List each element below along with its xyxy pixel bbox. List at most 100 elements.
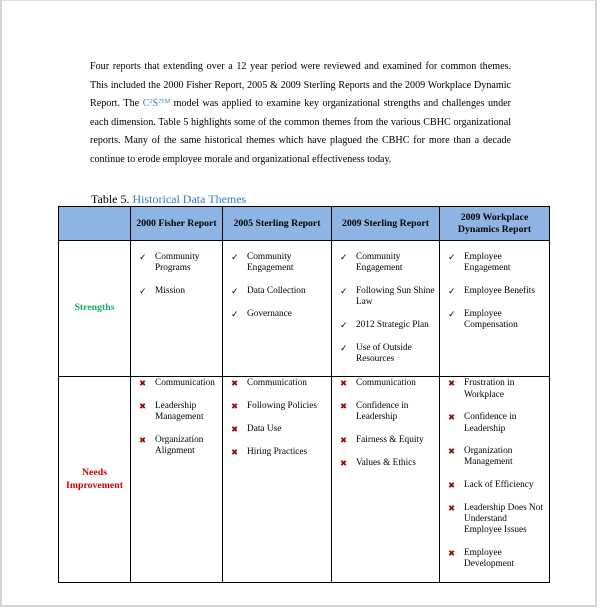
x-mark-icon: ✖	[448, 447, 456, 458]
intro-paragraph: Four reports that extending over a 12 ye…	[90, 58, 511, 170]
theme-item: ✓ Employee Engagement	[448, 252, 545, 274]
header-cell-2005-sterling: 2005 Sterling Report	[222, 206, 332, 241]
theme-item-text: Employee Benefits	[464, 285, 535, 296]
theme-list: ✓ Community Programs ✓ Mission	[131, 241, 222, 297]
theme-item: ✖ Lack of Efficiency	[448, 480, 545, 491]
checkmark-icon: ✓	[340, 342, 348, 353]
checkmark-icon: ✓	[448, 285, 456, 296]
theme-item: ✖ Leadership Management	[139, 401, 218, 423]
theme-item: ✖ Data Use	[231, 424, 327, 435]
x-mark-icon: ✖	[448, 503, 456, 514]
theme-list: ✖ Frustration in Workplace ✖ Confidence in …	[440, 377, 549, 570]
header-cell-2009-sterling: 2009 Sterling Report	[331, 206, 440, 241]
x-mark-icon: ✖	[139, 436, 147, 447]
theme-item-text: Following Sun Shine Law	[356, 285, 435, 308]
theme-item: ✓ Mission	[139, 286, 218, 297]
theme-item: ✖ Hiring Practices	[231, 447, 327, 458]
x-mark-icon: ✖	[340, 379, 348, 390]
theme-item-text: Organization Management	[464, 446, 513, 468]
theme-item: ✓ Community Programs	[139, 252, 218, 274]
theme-item-text: Data Collection	[247, 285, 306, 296]
x-mark-icon: ✖	[340, 458, 348, 469]
theme-item-text: Confidence in Leadership	[464, 412, 517, 434]
theme-item-text: Community Engagement	[356, 252, 403, 274]
theme-item: ✓ Following Sun Shine Law	[340, 286, 435, 308]
row-label: Needs Improvement	[58, 376, 131, 583]
x-mark-icon: ✖	[231, 402, 239, 413]
theme-item-text: Communication	[155, 378, 215, 389]
theme-item: ✖ Confidence in Leadership	[448, 412, 545, 434]
x-mark-icon: ✖	[448, 481, 456, 492]
header-cell-blank	[58, 206, 131, 241]
table-caption: Table 5. Historical Data Themes	[91, 192, 246, 206]
x-mark-icon: ✖	[448, 379, 456, 390]
theme-item-text: Communication	[356, 378, 416, 389]
theme-item: ✓ Data Collection	[231, 286, 327, 297]
table-cell: ✓ Community Programs ✓ Mission	[130, 239, 223, 378]
document-page: Four reports that extending over a 12 ye…	[0, 0, 597, 607]
checkmark-icon: ✓	[139, 252, 147, 262]
theme-item-text: Employee Development	[464, 547, 515, 570]
table-cell: ✖ Communication ✖ Leadership Management ✖ Org…	[130, 376, 223, 583]
theme-item: ✖ Organization Management	[448, 446, 545, 468]
theme-item: ✖ Leadership Does Not Understand Employee…	[448, 503, 545, 537]
table-caption-title: Historical Data Themes	[132, 192, 247, 206]
checkmark-icon: ✓	[448, 252, 456, 262]
checkmark-icon: ✓	[340, 252, 348, 262]
header-cell-2000-fisher: 2000 Fisher Report	[130, 206, 223, 241]
theme-item-text: Communication	[247, 378, 307, 389]
x-mark-icon: ✖	[139, 402, 147, 413]
table-cell: ✖ Frustration in Workplace ✖ Confidence in …	[439, 376, 550, 583]
theme-item-text: Confidence in Leadership	[356, 401, 409, 423]
table-cell: ✓ Community Engagement ✓ Following Sun Shin…	[331, 239, 440, 378]
theme-item-text: Community Engagement	[247, 252, 294, 274]
x-mark-icon: ✖	[139, 379, 147, 390]
row-label: Strengths	[58, 239, 131, 378]
theme-item-text: Hiring Practices	[247, 446, 308, 457]
theme-item: ✖ Confidence in Leadership	[340, 401, 435, 423]
theme-item-text: Following Policies	[247, 401, 317, 412]
theme-item: ✓ 2012 Strategic Plan	[340, 320, 435, 331]
theme-list: ✓ Community Engagement ✓ Data Collection ✓ Go…	[223, 241, 331, 320]
checkmark-icon: ✓	[139, 285, 147, 296]
theme-list: ✖ Communication ✖ Following Policies ✖ Data U…	[223, 377, 331, 457]
theme-item-text: Leadership Does Not Understand Employee …	[464, 502, 544, 536]
x-mark-icon: ✖	[340, 402, 348, 413]
theme-list: ✓ Community Engagement ✓ Following Sun Shin…	[332, 241, 439, 365]
theme-item: ✖ Frustration in Workplace	[448, 378, 545, 400]
theme-item: ✖ Communication	[340, 378, 435, 389]
table-caption-label: Table 5.	[91, 192, 130, 206]
theme-item-text: Use of Outside Resources	[356, 342, 412, 364]
table-cell: ✓ Community Engagement ✓ Data Collection ✓ Go…	[222, 239, 332, 378]
checkmark-icon: ✓	[231, 252, 239, 262]
table-cell: ✖ Communication ✖ Confidence in Leadership ✖…	[331, 376, 440, 583]
x-mark-icon: ✖	[448, 548, 456, 559]
historical-data-themes-table: 2000 Fisher Report 2005 Sterling Report …	[58, 206, 550, 583]
model-name: C2S2TM	[142, 98, 171, 110]
theme-item: ✓ Community Engagement	[340, 252, 435, 274]
table-cell: ✓ Employee Engagement ✓ Employee Benefits ✓ E…	[439, 239, 550, 378]
table-row-strengths: Strengths ✓ Community Programs ✓ Mission ✓ Com…	[58, 239, 550, 378]
theme-item-text: Employee Compensation	[464, 308, 518, 330]
theme-item: ✓ Employee Benefits	[448, 286, 545, 297]
theme-item: ✖ Communication	[231, 378, 327, 389]
theme-item-text: Lack of Efficiency	[464, 480, 534, 491]
theme-item: ✓ Governance	[231, 309, 327, 320]
x-mark-icon: ✖	[448, 413, 456, 424]
checkmark-icon: ✓	[231, 308, 239, 319]
theme-item-text: Organization Alignment	[155, 435, 204, 457]
theme-list: ✖ Communication ✖ Leadership Management ✖ Org…	[131, 377, 222, 457]
checkmark-icon: ✓	[448, 308, 456, 319]
theme-item-text: Values & Ethics	[356, 457, 416, 468]
theme-item: ✖ Values & Ethics	[340, 458, 435, 469]
theme-item-text: Employee Engagement	[464, 252, 511, 274]
theme-item-text: Community Programs	[155, 252, 200, 274]
theme-item-text: Frustration in Workplace	[464, 378, 515, 400]
x-mark-icon: ✖	[340, 436, 348, 447]
theme-item: ✖ Fairness & Equity	[340, 435, 435, 446]
theme-list: ✓ Employee Engagement ✓ Employee Benefits ✓ E…	[440, 241, 549, 331]
x-mark-icon: ✖	[231, 424, 239, 435]
theme-list: ✖ Communication ✖ Confidence in Leadership ✖…	[332, 377, 439, 469]
checkmark-icon: ✓	[340, 285, 348, 296]
theme-item: ✓ Use of Outside Resources	[340, 343, 435, 365]
